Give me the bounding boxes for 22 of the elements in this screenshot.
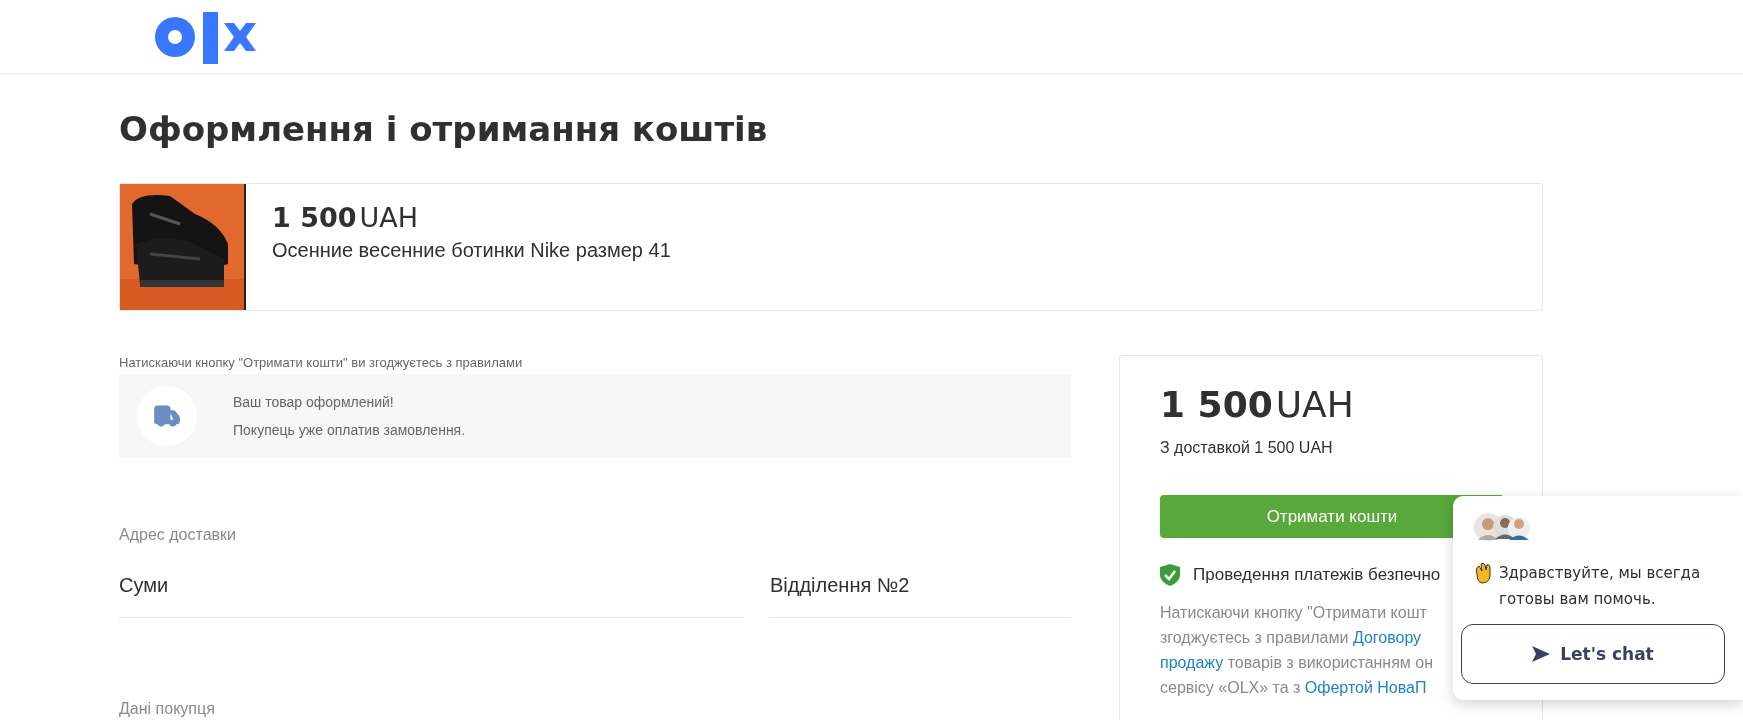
send-icon xyxy=(1532,646,1551,662)
notice-text: Покупець уже оплатив замовлення. xyxy=(233,422,466,438)
greeting-text: Здравствуйте, мы всегда готовы вам помочь. xyxy=(1499,563,1702,610)
section-label: Дані покупця xyxy=(119,700,216,718)
terms-link[interactable]: продажу xyxy=(1160,654,1224,671)
avatars-icon xyxy=(1473,512,1531,542)
waving-hand-icon xyxy=(1473,562,1493,584)
secure-payment-text: Проведення платежів безпечно xyxy=(1193,565,1441,585)
section-label: Адрес доставки xyxy=(119,526,237,544)
page-title: Оформлення і отримання коштів xyxy=(119,109,769,149)
total-price: 1 500 UAH xyxy=(1160,384,1355,425)
notice-title: Ваш товар оформлений! xyxy=(233,394,395,410)
product-name: Осенние весенние ботинки Nike размер 41 xyxy=(272,239,671,262)
input-field[interactable]: Суми xyxy=(119,574,744,618)
shield-check-icon xyxy=(1160,564,1180,586)
agreement-note: Натискаючи кнопку "Отримати кошти" ви згоджуєтесь з правилами xyxy=(119,355,524,370)
delivery-total: З доставкой 1 500 UAH xyxy=(1160,439,1334,457)
chat-button[interactable]: Let's chat xyxy=(1461,624,1725,684)
terms-link[interactable]: Офертой НоваП xyxy=(1304,679,1427,696)
product-price: 1 500UAH xyxy=(272,202,420,233)
input-field[interactable]: Відділення №2 xyxy=(770,574,1071,618)
terms-link[interactable]: Договору xyxy=(1352,629,1422,646)
